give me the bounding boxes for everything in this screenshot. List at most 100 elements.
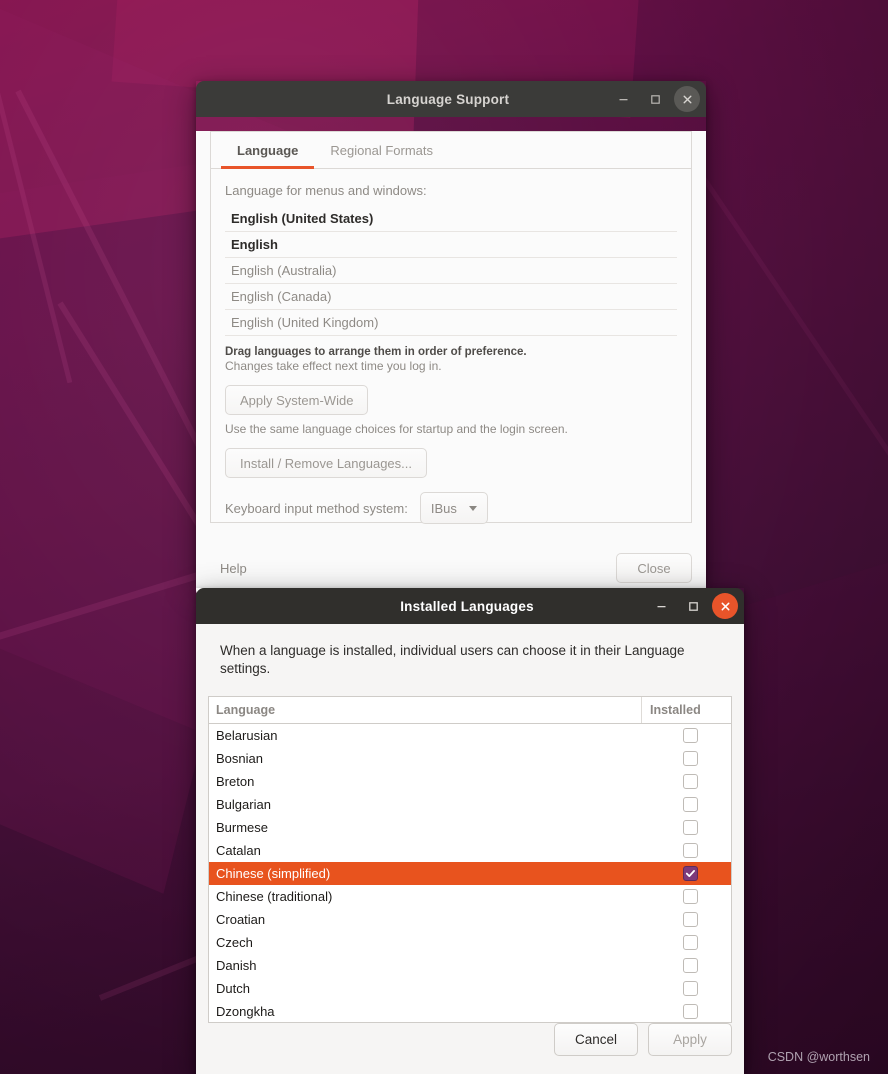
maximize-icon[interactable] [680, 593, 706, 619]
cell-language: Chinese (traditional) [216, 889, 333, 905]
cell-installed [650, 866, 731, 882]
close-button[interactable]: Close [616, 553, 692, 583]
checkbox-icon[interactable] [683, 751, 698, 767]
cancel-button[interactable]: Cancel [554, 1022, 638, 1056]
input-method-value: IBus [430, 500, 457, 516]
table-row[interactable]: Burmese [209, 816, 731, 839]
input-method-label: Keyboard input method system: [225, 500, 408, 516]
table-row[interactable]: Chinese (simplified) [209, 862, 731, 886]
cell-language: Catalan [216, 843, 261, 859]
language-support-title: Language Support [386, 91, 510, 107]
installed-languages-table[interactable]: Language Installed Belarusian Bosnian Bret… [208, 696, 732, 1024]
install-remove-row: Install / Remove Languages... [211, 436, 691, 478]
list-item[interactable]: English (United Kingdom) [225, 310, 677, 336]
tab-language[interactable]: Language [221, 132, 315, 169]
checkbox-icon[interactable] [683, 820, 698, 836]
checkbox-icon[interactable] [683, 843, 698, 859]
help-button[interactable]: Help [210, 555, 257, 582]
table-row[interactable]: Bulgarian [209, 793, 731, 816]
installed-languages-title: Installed Languages [400, 598, 534, 614]
tab-regional-formats-label: Regional Formats [330, 142, 434, 158]
close-icon[interactable] [674, 86, 700, 112]
column-header-installed[interactable]: Installed [641, 697, 731, 724]
cell-language: Breton [216, 774, 255, 790]
cell-installed [650, 751, 731, 767]
changes-hint: Changes take effect next time you log in… [225, 359, 442, 373]
install-remove-languages-button[interactable]: Install / Remove Languages... [225, 448, 427, 478]
language-support-titlebar[interactable]: Language Support [196, 81, 706, 117]
list-item[interactable]: English (Australia) [225, 258, 677, 284]
watermark: CSDN @worthsen [767, 1050, 870, 1064]
list-item[interactable]: English (Canada) [225, 284, 677, 310]
apply-system-wide-row: Apply System-Wide [211, 373, 691, 415]
language-name: English [231, 237, 278, 252]
table-row[interactable]: Breton [209, 770, 731, 793]
minimize-icon[interactable] [610, 86, 636, 112]
cell-installed [650, 958, 731, 974]
cell-language: Chinese (simplified) [216, 866, 331, 882]
language-name: English (Canada) [231, 289, 332, 304]
column-header-language[interactable]: Language [209, 697, 641, 723]
table-row[interactable]: Croatian [209, 908, 731, 931]
preferred-language-list[interactable]: English (United States) English English … [225, 206, 677, 336]
language-support-tabs: Language Regional Formats [211, 132, 691, 169]
apply-system-wide-description: Use the same language choices for startu… [225, 422, 568, 436]
apply-system-wide-button[interactable]: Apply System-Wide [225, 385, 369, 415]
table-row[interactable]: Danish [209, 954, 731, 977]
table-row[interactable]: Dutch [209, 977, 731, 1000]
cell-language: Bosnian [216, 751, 263, 767]
cell-language: Croatian [216, 912, 266, 928]
language-name: English (Australia) [231, 263, 337, 278]
cell-installed [650, 820, 731, 836]
table-row[interactable]: Czech [209, 931, 731, 954]
checkbox-checked-icon[interactable] [683, 866, 698, 882]
cell-language: Belarusian [216, 728, 278, 744]
tab-language-label: Language [237, 142, 299, 158]
tab-regional-formats[interactable]: Regional Formats [314, 132, 449, 168]
cell-installed [650, 774, 731, 790]
minimize-icon[interactable] [648, 593, 674, 619]
checkbox-icon[interactable] [683, 728, 698, 744]
cell-language: Danish [216, 958, 257, 974]
maximize-icon[interactable] [642, 86, 668, 112]
list-item[interactable]: English (United States) [225, 206, 677, 232]
drag-hint: Drag languages to arrange them in order … [225, 346, 527, 358]
table-row[interactable]: Chinese (traditional) [209, 885, 731, 908]
cell-installed [650, 728, 731, 744]
language-tab-page: Language for menus and windows: English … [211, 169, 691, 524]
cell-language: Czech [216, 935, 253, 951]
table-body: Belarusian Bosnian Breton Bulgarian Burmese C… [209, 724, 731, 1022]
checkbox-icon[interactable] [683, 797, 698, 813]
language-name: English (United Kingdom) [231, 315, 379, 330]
cell-installed [650, 889, 731, 905]
checkbox-icon[interactable] [683, 912, 698, 928]
installed-languages-titlebar[interactable]: Installed Languages [196, 588, 744, 624]
language-support-window: Language Support Language Regional Forma… [196, 81, 706, 598]
table-row[interactable]: Bosnian [209, 747, 731, 770]
apply-button[interactable]: Apply [648, 1022, 732, 1056]
list-item[interactable]: English [225, 232, 677, 258]
checkbox-icon[interactable] [683, 774, 698, 790]
cell-language: Burmese [216, 820, 269, 836]
installed-languages-body: When a language is installed, individual… [196, 624, 744, 1074]
checkbox-icon[interactable] [683, 935, 698, 951]
desktop: Language Support Language Regional Forma… [0, 0, 888, 1074]
chevron-down-icon [468, 505, 477, 511]
input-method-select[interactable]: IBus [419, 492, 488, 524]
installed-languages-footer: Cancel Apply [196, 1004, 744, 1074]
language-support-notebook: Language Regional Formats Language for m… [210, 131, 692, 524]
cell-installed [650, 935, 731, 951]
installed-languages-intro: When a language is installed, individual… [220, 643, 685, 677]
cell-language: Dutch [216, 981, 250, 997]
language-support-window-controls [610, 86, 700, 112]
checkbox-icon[interactable] [683, 889, 698, 905]
table-row[interactable]: Catalan [209, 839, 731, 862]
close-icon[interactable] [712, 593, 738, 619]
cell-installed [650, 843, 731, 859]
language-name: English (United States) [231, 211, 374, 226]
table-row[interactable]: Belarusian [209, 724, 731, 747]
checkbox-icon[interactable] [683, 981, 698, 997]
cell-language: Bulgarian [216, 797, 271, 813]
checkbox-icon[interactable] [683, 958, 698, 974]
installed-languages-window-controls [648, 593, 738, 619]
